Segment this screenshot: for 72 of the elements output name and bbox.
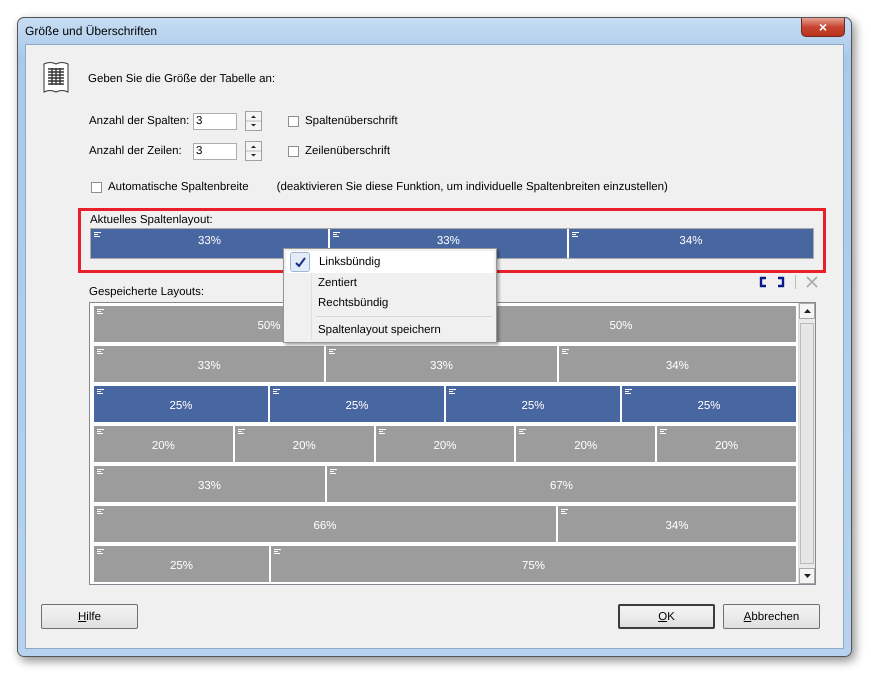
checkbox-label: Spaltenüberschrift bbox=[305, 115, 398, 127]
align-left-icon bbox=[660, 429, 668, 435]
dialog-button[interactable]: Abbrechen bbox=[723, 604, 820, 629]
column-cell[interactable]: 33% bbox=[326, 346, 557, 382]
align-left-icon bbox=[561, 509, 568, 515]
align-left-icon bbox=[519, 429, 526, 435]
redo-icon[interactable] bbox=[777, 276, 785, 288]
column-cell[interactable]: 34% bbox=[568, 229, 813, 258]
column-cell[interactable]: 20% bbox=[94, 426, 233, 462]
checkbox-label: Automatische Spaltenbreite bbox=[108, 181, 249, 193]
window-title: Größe und Überschriften bbox=[25, 24, 158, 38]
align-left-icon bbox=[97, 549, 104, 555]
number-field[interactable]: 3 bbox=[193, 112, 237, 130]
section-label: Gespeicherte Layouts: bbox=[89, 286, 206, 298]
scroll-up-icon[interactable] bbox=[804, 309, 810, 313]
column-cell[interactable]: 25% bbox=[622, 386, 796, 422]
align-left-icon bbox=[97, 309, 104, 315]
align-left-icon bbox=[330, 469, 337, 475]
align-left-icon bbox=[449, 389, 456, 395]
column-cell[interactable]: 20% bbox=[516, 426, 656, 462]
field-label: Anzahl der Zeilen: bbox=[89, 145, 183, 157]
table-icon bbox=[43, 61, 69, 93]
column-cell[interactable]: 20% bbox=[376, 426, 514, 462]
align-left-icon bbox=[94, 232, 101, 238]
menu-item[interactable]: Linksbündig bbox=[286, 251, 494, 273]
align-left-icon bbox=[625, 389, 632, 395]
align-left-icon bbox=[378, 429, 386, 435]
menu-item[interactable]: Zentiert bbox=[286, 273, 494, 293]
align-left-icon bbox=[572, 232, 579, 238]
column-cell[interactable]: 33% bbox=[94, 466, 325, 502]
align-left-icon bbox=[329, 349, 336, 355]
close-button[interactable]: × bbox=[801, 18, 845, 36]
column-cell[interactable]: 34% bbox=[558, 346, 796, 382]
spin-buttons[interactable] bbox=[245, 111, 262, 131]
align-left-icon bbox=[97, 349, 104, 355]
number-field[interactable]: 3 bbox=[193, 142, 237, 160]
align-left-icon bbox=[273, 389, 280, 395]
column-cell[interactable]: 20% bbox=[234, 426, 374, 462]
undo-icon[interactable] bbox=[759, 276, 767, 288]
column-cell[interactable]: 33% bbox=[91, 229, 328, 258]
align-left-icon bbox=[562, 349, 569, 355]
align-left-icon bbox=[97, 469, 104, 475]
scrollbar[interactable] bbox=[798, 303, 815, 584]
align-left-icon bbox=[97, 429, 104, 435]
column-cell[interactable]: 75% bbox=[271, 546, 796, 582]
checkbox[interactable] bbox=[91, 182, 102, 192]
column-cell[interactable]: 25% bbox=[94, 386, 268, 422]
instruction-text: Geben Sie die Größe der Tabelle an: bbox=[88, 73, 276, 85]
column-cell[interactable]: 67% bbox=[327, 466, 796, 502]
hint-text: (deaktivieren Sie diese Funktion, um individuelle Spaltenbreiten einzustellen) bbox=[276, 181, 668, 193]
section-label: Aktuelles Spaltenlayout: bbox=[90, 214, 214, 226]
field-label: Anzahl der Spalten: bbox=[89, 115, 190, 127]
dialog-button[interactable]: OK bbox=[618, 604, 715, 629]
align-left-icon bbox=[332, 232, 340, 238]
checkbox-label: Zeilenüberschrift bbox=[305, 145, 390, 157]
align-left-icon bbox=[97, 509, 104, 515]
checkbox[interactable] bbox=[288, 146, 299, 156]
check-icon bbox=[294, 256, 306, 268]
column-cell[interactable]: 33% bbox=[94, 346, 324, 382]
scroll-down-icon[interactable] bbox=[804, 574, 810, 578]
column-cell[interactable]: 34% bbox=[558, 506, 796, 542]
spin-buttons[interactable] bbox=[245, 141, 262, 161]
column-cell[interactable]: 25% bbox=[446, 386, 620, 422]
checkbox[interactable] bbox=[288, 116, 299, 126]
column-cell[interactable]: 66% bbox=[94, 506, 556, 542]
column-cell[interactable]: 25% bbox=[94, 546, 269, 582]
column-cell[interactable]: 20% bbox=[657, 426, 796, 462]
align-left-icon bbox=[274, 549, 281, 555]
column-cell[interactable]: 25% bbox=[270, 386, 444, 422]
align-left-icon bbox=[97, 389, 104, 395]
align-left-icon bbox=[238, 429, 245, 435]
dialog-button[interactable]: Hilfe bbox=[41, 604, 138, 629]
